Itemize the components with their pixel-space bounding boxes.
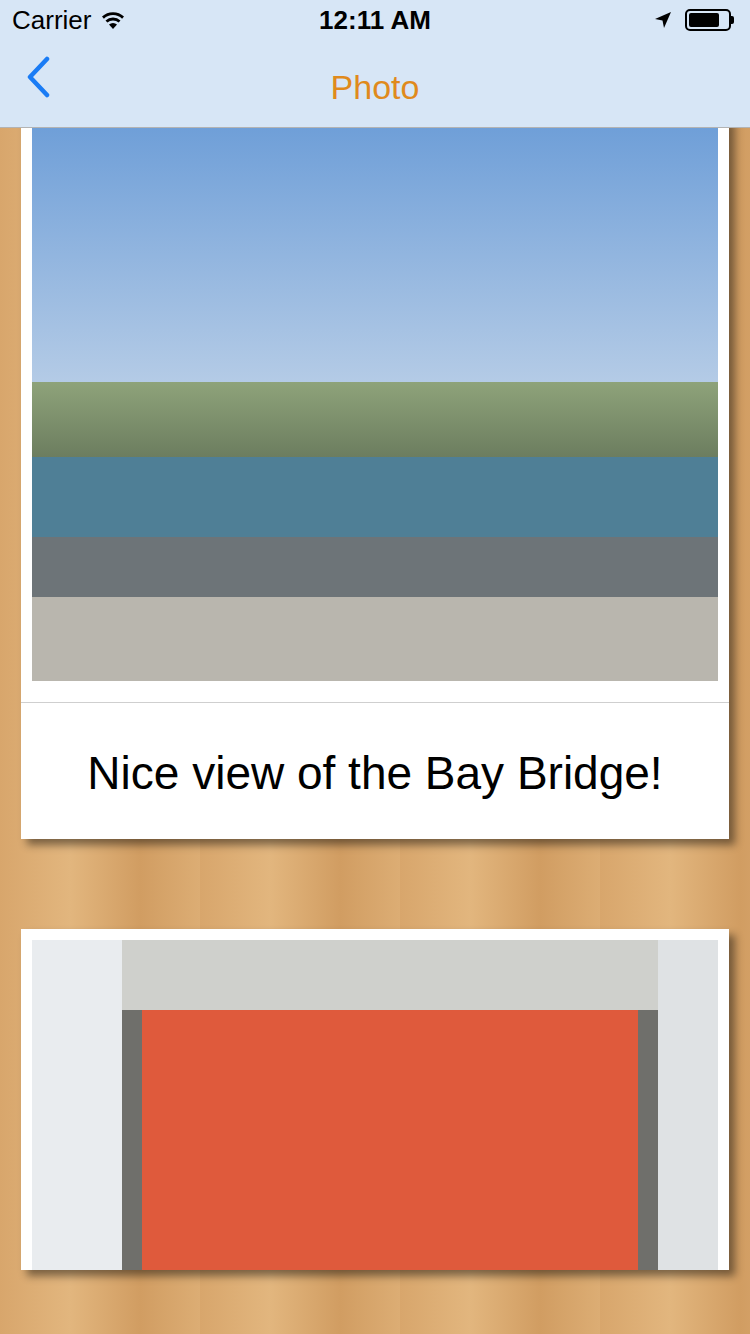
- chevron-left-icon: [25, 56, 51, 98]
- post-photo[interactable]: [32, 940, 718, 1270]
- battery-icon: [685, 9, 734, 31]
- header: Carrier 12:11 AM Photo: [0, 0, 750, 128]
- back-button[interactable]: [18, 52, 58, 102]
- nav-bar: Photo: [0, 40, 750, 127]
- status-bar: Carrier 12:11 AM: [0, 0, 750, 40]
- post-card: [21, 929, 729, 1270]
- post-card: Nice view of the Bay Bridge!: [21, 128, 729, 839]
- nav-title: Photo: [331, 54, 420, 113]
- carrier-label: Carrier: [12, 1, 91, 40]
- post-photo[interactable]: [32, 128, 718, 681]
- status-time: 12:11 AM: [319, 1, 431, 40]
- location-arrow-icon: [653, 10, 673, 30]
- wifi-icon: [99, 9, 127, 31]
- app-screen: Carrier 12:11 AM Photo Nice view of the Bay…: [0, 0, 750, 1334]
- feed: Nice view of the Bay Bridge!: [0, 128, 750, 1334]
- post-caption: Nice view of the Bay Bridge!: [87, 729, 662, 817]
